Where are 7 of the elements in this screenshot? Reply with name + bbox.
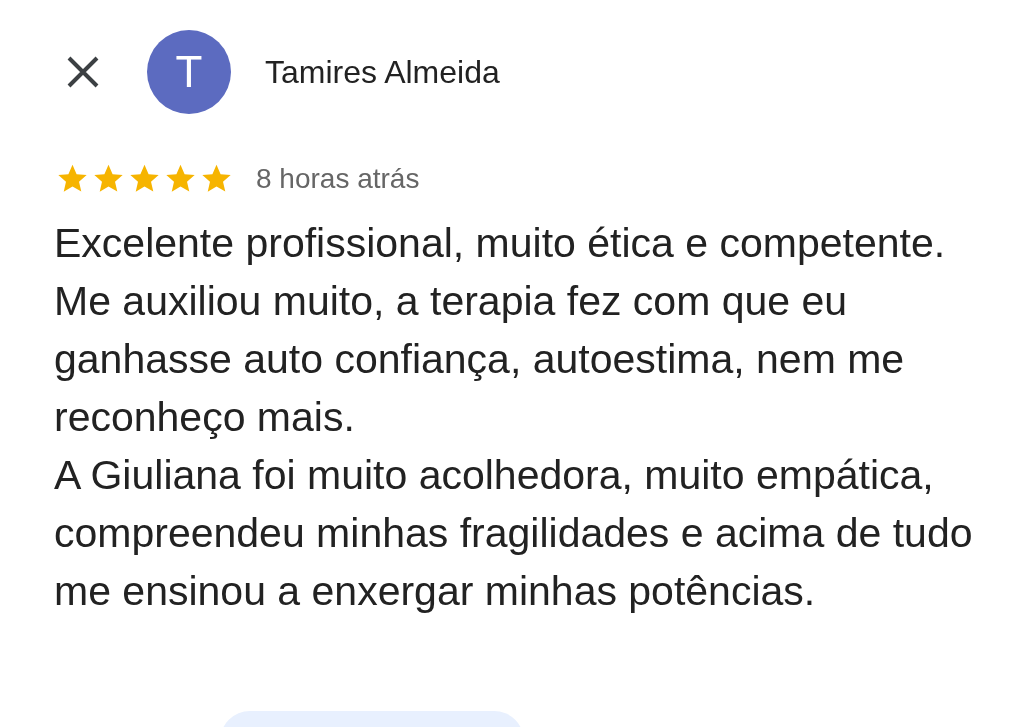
close-icon [66,55,100,89]
avatar: T [147,30,231,114]
reviewer-name: Tamires Almeida [265,53,500,91]
review-time: 8 horas atrás [256,163,420,195]
review-text: A Giuliana foi muito acolhedora, muito empática, compreendeu minhas fragilidades e acima de tudo me ensinou a enxergar minhas potências. [54,451,974,616]
review-text: Me auxiliou muito, a terapia fez com que eu ganhasse auto confiança, autoestima, nem me reconheço mais. [54,277,906,442]
review-text: Excelente profissional, muito ética e competente. [54,219,947,268]
